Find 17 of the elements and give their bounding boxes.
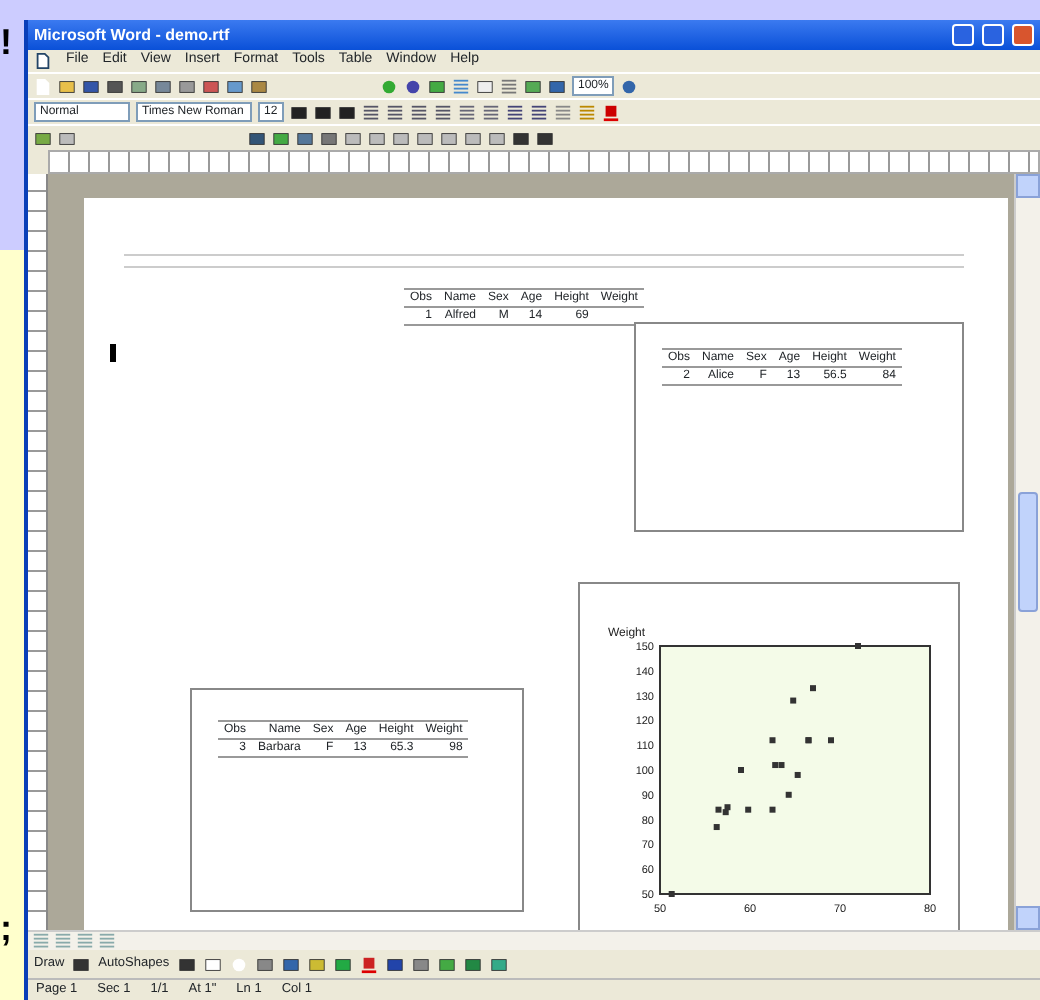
toolbar-icon[interactable] [476,77,494,95]
page-text: ; [0,910,12,946]
drawing-tool-icon[interactable] [359,955,378,973]
toolbar-icon[interactable] [433,103,452,121]
text-cursor [110,344,116,362]
help-icon[interactable] [620,77,639,95]
toolbar-icon[interactable] [361,103,380,121]
vertical-scrollbar[interactable] [1014,174,1040,930]
close-button[interactable] [1012,24,1034,46]
page-text: ! [0,24,12,60]
maximize-button[interactable] [982,24,1004,46]
toolbar-icon[interactable] [409,103,428,121]
toolbar-icon[interactable] [385,103,404,121]
window-title: Microsoft Word - demo.rtf [34,23,230,47]
minimize-button[interactable] [952,24,974,46]
toolbar-icon[interactable] [505,103,524,121]
toolbar-icon[interactable] [529,103,548,121]
